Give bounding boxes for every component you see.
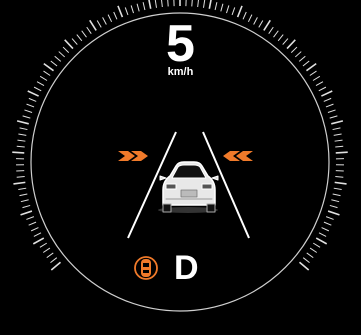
gear-indicator: D bbox=[174, 249, 199, 287]
speed-tick bbox=[16, 120, 29, 125]
speed-tick bbox=[332, 127, 341, 131]
speed-tick bbox=[33, 86, 42, 92]
speed-tick bbox=[306, 252, 314, 259]
speed-tick bbox=[18, 187, 27, 191]
speed-tick bbox=[335, 176, 344, 178]
speed-tick bbox=[197, 0, 199, 8]
speed-tick bbox=[325, 103, 334, 108]
speed-tick bbox=[16, 145, 25, 148]
speed-tick bbox=[19, 193, 28, 197]
speed-tick bbox=[321, 227, 330, 232]
speed-tick bbox=[117, 5, 124, 18]
speed-tick bbox=[24, 109, 33, 113]
speed-tick bbox=[32, 237, 45, 245]
speed-tick bbox=[12, 151, 25, 154]
speed-tick bbox=[18, 133, 27, 136]
speed-tick bbox=[325, 216, 334, 220]
double-chevron-left-icon bbox=[223, 151, 253, 161]
speed-tick bbox=[214, 2, 218, 11]
speed-tick bbox=[321, 90, 333, 97]
speed-tick bbox=[148, 0, 152, 9]
speed-tick bbox=[332, 193, 341, 197]
speed-tick bbox=[220, 3, 224, 12]
speed-tick bbox=[13, 181, 26, 185]
speed-tick bbox=[28, 97, 37, 102]
speed-tick bbox=[20, 210, 33, 216]
instrument-cluster: 5 km/h D bbox=[0, 0, 361, 335]
speed-tick bbox=[50, 261, 62, 271]
speed-tick bbox=[191, 0, 193, 7]
speed-tick bbox=[315, 81, 324, 87]
speed-tick bbox=[318, 86, 327, 92]
speed-tick bbox=[16, 176, 25, 178]
speed-tick bbox=[26, 216, 35, 220]
speed-tick bbox=[323, 97, 332, 102]
speed-tick bbox=[231, 7, 236, 16]
speed-tick bbox=[335, 151, 348, 154]
speed-tick bbox=[39, 242, 48, 248]
speed-tick bbox=[327, 210, 340, 216]
speed-tick bbox=[46, 252, 54, 259]
speed-tick bbox=[329, 204, 338, 209]
speed-tick bbox=[167, 0, 169, 7]
speed-tick bbox=[302, 257, 310, 263]
speed-tick bbox=[161, 0, 163, 8]
speed-tick bbox=[331, 199, 340, 203]
speed-tick bbox=[309, 247, 318, 253]
speed-tick bbox=[22, 115, 31, 119]
speed-tick bbox=[236, 5, 243, 18]
speed-tick bbox=[333, 187, 342, 191]
speed-tick bbox=[17, 139, 26, 142]
speed-tick bbox=[33, 232, 42, 237]
speed-tick bbox=[26, 103, 35, 108]
speed-tick bbox=[329, 115, 338, 119]
parking-sensor-car-icon bbox=[134, 256, 158, 280]
speed-tick bbox=[36, 81, 45, 87]
speed-tick bbox=[142, 2, 146, 11]
speed-tick bbox=[154, 0, 157, 8]
speed-value: 5 bbox=[166, 15, 195, 73]
speed-tick bbox=[323, 221, 332, 226]
double-chevron-right-icon bbox=[118, 151, 148, 161]
speed-tick bbox=[327, 109, 336, 113]
speed-tick bbox=[19, 127, 28, 131]
speed-tick bbox=[318, 232, 327, 237]
car-rear-icon bbox=[158, 161, 219, 213]
speed-tick bbox=[124, 7, 129, 16]
speed-tick bbox=[22, 204, 31, 209]
speed-tick bbox=[334, 139, 343, 142]
speed-tick bbox=[50, 257, 58, 263]
speed-tick bbox=[208, 0, 212, 9]
speed-tick bbox=[42, 247, 51, 253]
speed-tick bbox=[335, 145, 344, 148]
speed-tick bbox=[315, 237, 328, 245]
speed-tick bbox=[20, 199, 29, 203]
speed-unit: km/h bbox=[167, 66, 194, 78]
speed-tick bbox=[130, 5, 134, 14]
speed-tick bbox=[331, 120, 344, 125]
speed-tick bbox=[226, 5, 230, 14]
speed-tick bbox=[298, 261, 310, 271]
speed-tick bbox=[334, 181, 347, 185]
speed-tick bbox=[312, 242, 321, 248]
speed-tick bbox=[30, 227, 39, 232]
speed-tick bbox=[333, 133, 342, 136]
speed-tick bbox=[203, 0, 206, 8]
speed-tick bbox=[27, 90, 39, 97]
speed-tick bbox=[28, 221, 37, 226]
speed-tick bbox=[136, 3, 140, 12]
